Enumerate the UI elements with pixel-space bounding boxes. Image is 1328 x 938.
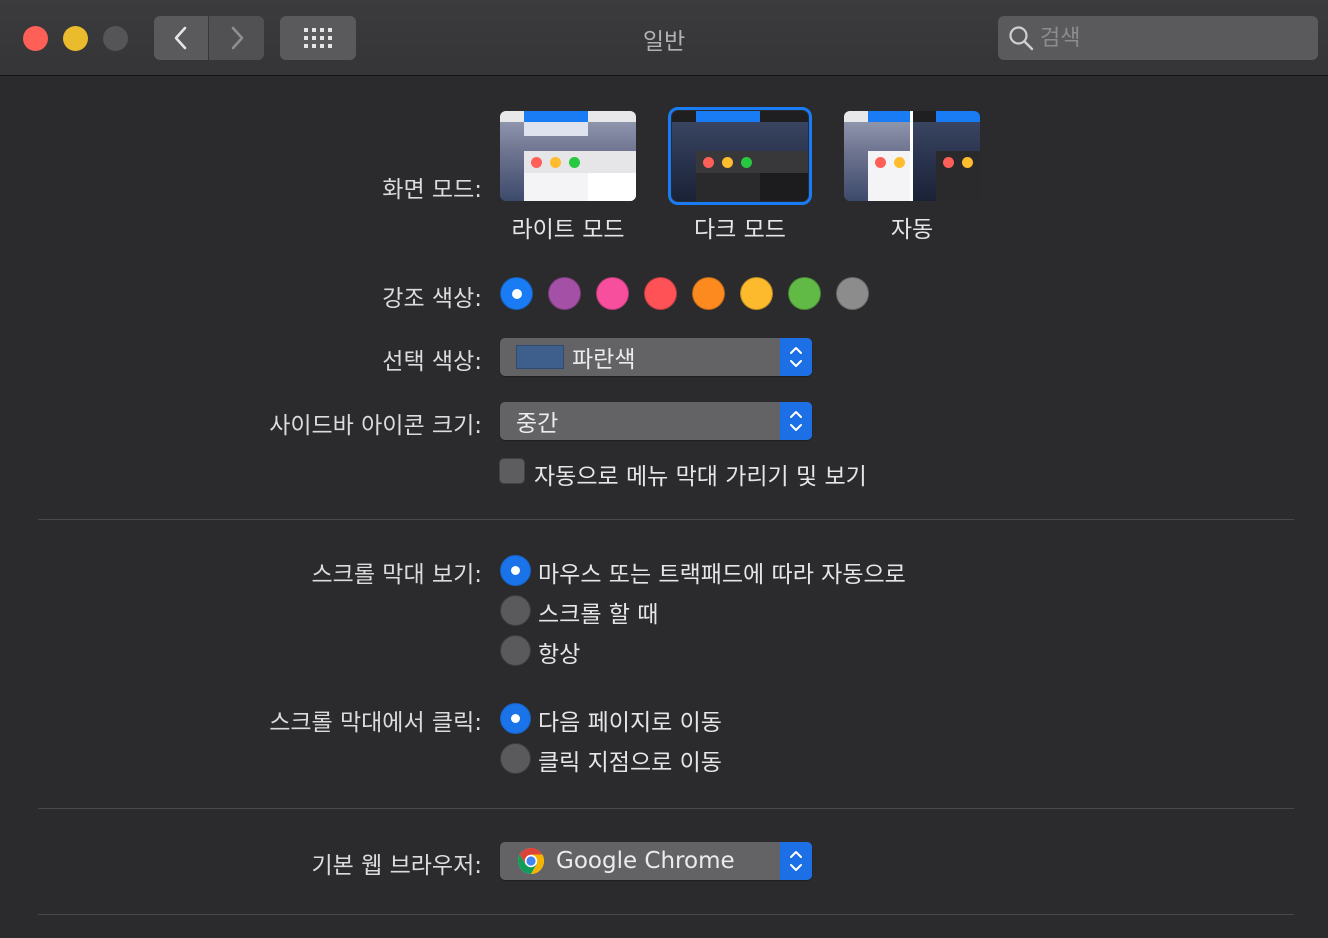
section-divider <box>38 808 1294 809</box>
popup-stepper <box>780 338 812 376</box>
scrollbars-auto-radio[interactable] <box>500 555 531 586</box>
highlight-color-label: 선택 색상: <box>382 349 482 375</box>
accent-color-green[interactable] <box>788 277 821 310</box>
accent-color-yellow[interactable] <box>740 277 773 310</box>
scroll-click-next-page-label: 다음 페이지로 이동 <box>538 710 722 736</box>
accent-color-purple[interactable] <box>548 277 581 310</box>
auto-hide-menubar-label: 자동으로 메뉴 막대 가리기 및 보기 <box>534 464 867 490</box>
scrollbars-always-radio[interactable] <box>500 635 531 666</box>
accent-color-label: 강조 색상: <box>382 286 482 312</box>
highlight-color-value: 파란색 <box>572 347 636 373</box>
accent-color-blue[interactable] <box>500 277 533 310</box>
scroll-click-label: 스크롤 막대에서 클릭: <box>269 710 482 736</box>
appearance-dark-thumbnail[interactable] <box>668 107 812 205</box>
scrollbars-when-scrolling-radio[interactable] <box>500 595 531 626</box>
appearance-auto-label: 자동 <box>890 217 934 243</box>
appearance-light-label: 라이트 모드 <box>511 217 625 243</box>
appearance-auto-thumbnail[interactable] <box>844 111 980 201</box>
default-browser-popup[interactable]: Google Chrome <box>500 842 812 880</box>
chevron-updown-icon <box>790 411 802 431</box>
highlight-color-popup[interactable]: 파란색 <box>500 338 812 376</box>
accent-color-orange[interactable] <box>692 277 725 310</box>
search-field[interactable] <box>998 16 1318 60</box>
accent-color-red[interactable] <box>644 277 677 310</box>
scrollbars-always-label: 항상 <box>538 642 581 668</box>
scroll-click-spot-label: 클릭 지점으로 이동 <box>538 750 722 776</box>
accent-color-pink[interactable] <box>596 277 629 310</box>
appearance-dark-label: 다크 모드 <box>694 217 786 243</box>
appearance-label: 화면 모드: <box>382 177 482 203</box>
title-bar: 일반 <box>0 0 1328 76</box>
popup-stepper <box>780 842 812 880</box>
appearance-light-thumbnail[interactable] <box>500 111 636 201</box>
search-input[interactable] <box>1040 25 1310 51</box>
section-divider <box>38 914 1294 915</box>
accent-color-graphite[interactable] <box>836 277 869 310</box>
section-divider <box>38 519 1294 520</box>
default-browser-label: 기본 웹 브라우저: <box>311 853 483 879</box>
scrollbars-auto-label: 마우스 또는 트랙패드에 따라 자동으로 <box>538 562 906 588</box>
popup-stepper <box>780 402 812 440</box>
scrollbars-when-scrolling-label: 스크롤 할 때 <box>538 602 659 628</box>
show-scrollbars-label: 스크롤 막대 보기: <box>311 562 483 588</box>
default-browser-value: Google Chrome <box>556 848 735 874</box>
scroll-click-next-page-radio[interactable] <box>500 703 531 734</box>
highlight-color-swatch <box>516 345 564 369</box>
chrome-icon <box>517 848 545 874</box>
sidebar-icon-size-popup[interactable]: 중간 <box>500 402 812 440</box>
scroll-click-spot-radio[interactable] <box>500 743 531 774</box>
sidebar-icon-size-value: 중간 <box>516 411 559 437</box>
search-icon <box>1009 26 1034 51</box>
sidebar-icon-size-label: 사이드바 아이콘 크기: <box>269 413 482 439</box>
auto-hide-menubar-checkbox[interactable] <box>499 458 525 484</box>
chevron-updown-icon <box>790 851 802 871</box>
selected-indicator <box>512 289 522 299</box>
chevron-updown-icon <box>790 347 802 367</box>
